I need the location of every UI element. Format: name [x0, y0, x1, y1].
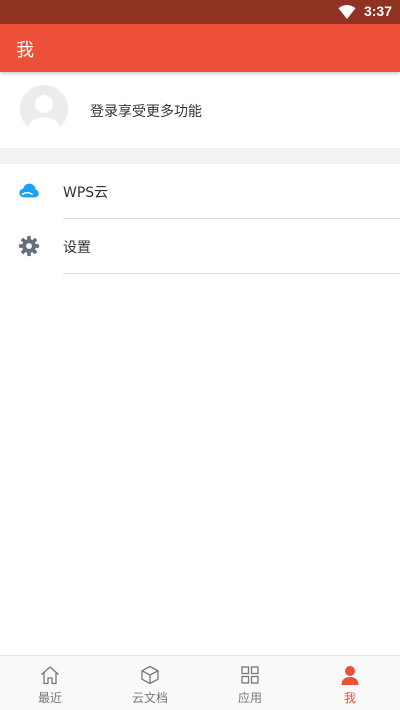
divider [63, 273, 400, 274]
nav-label: 云文档 [131, 691, 168, 705]
nav-me[interactable]: 我 [300, 656, 400, 710]
status-time: 3:37 [363, 3, 392, 19]
nav-label: 应用 [237, 691, 262, 705]
wifi-icon [338, 5, 356, 19]
menu-item-wps-cloud[interactable]: WPS云 [0, 164, 400, 219]
home-icon [41, 666, 59, 685]
nav-label: 最近 [37, 691, 62, 705]
grid-icon [241, 666, 259, 684]
gear-icon [18, 235, 40, 257]
menu-item-label: 设置 [63, 240, 91, 256]
nav-recent[interactable]: 最近 [0, 656, 100, 710]
nav-label: 我 [343, 691, 356, 705]
app-bar: 我 [0, 24, 400, 72]
nav-cloud-docs[interactable]: 云文档 [100, 656, 200, 710]
default-avatar-icon [28, 95, 60, 133]
menu-item-label: WPS云 [63, 185, 109, 201]
person-icon [341, 666, 359, 685]
cube-icon [141, 665, 159, 685]
avatar[interactable] [20, 85, 68, 133]
menu-item-settings[interactable]: 设置 [0, 219, 400, 274]
cloud-icon [19, 183, 39, 198]
login-prompt[interactable]: 登录享受更多功能 [90, 101, 202, 121]
profile-login-row[interactable]: 登录享受更多功能 [0, 72, 400, 148]
nav-apps[interactable]: 应用 [200, 656, 300, 710]
section-gap [0, 148, 400, 164]
status-bar: 3:37 [0, 0, 400, 24]
page-title: 我 [16, 40, 34, 61]
bottom-navigation: 最近 云文档 应用 我 [0, 655, 400, 710]
